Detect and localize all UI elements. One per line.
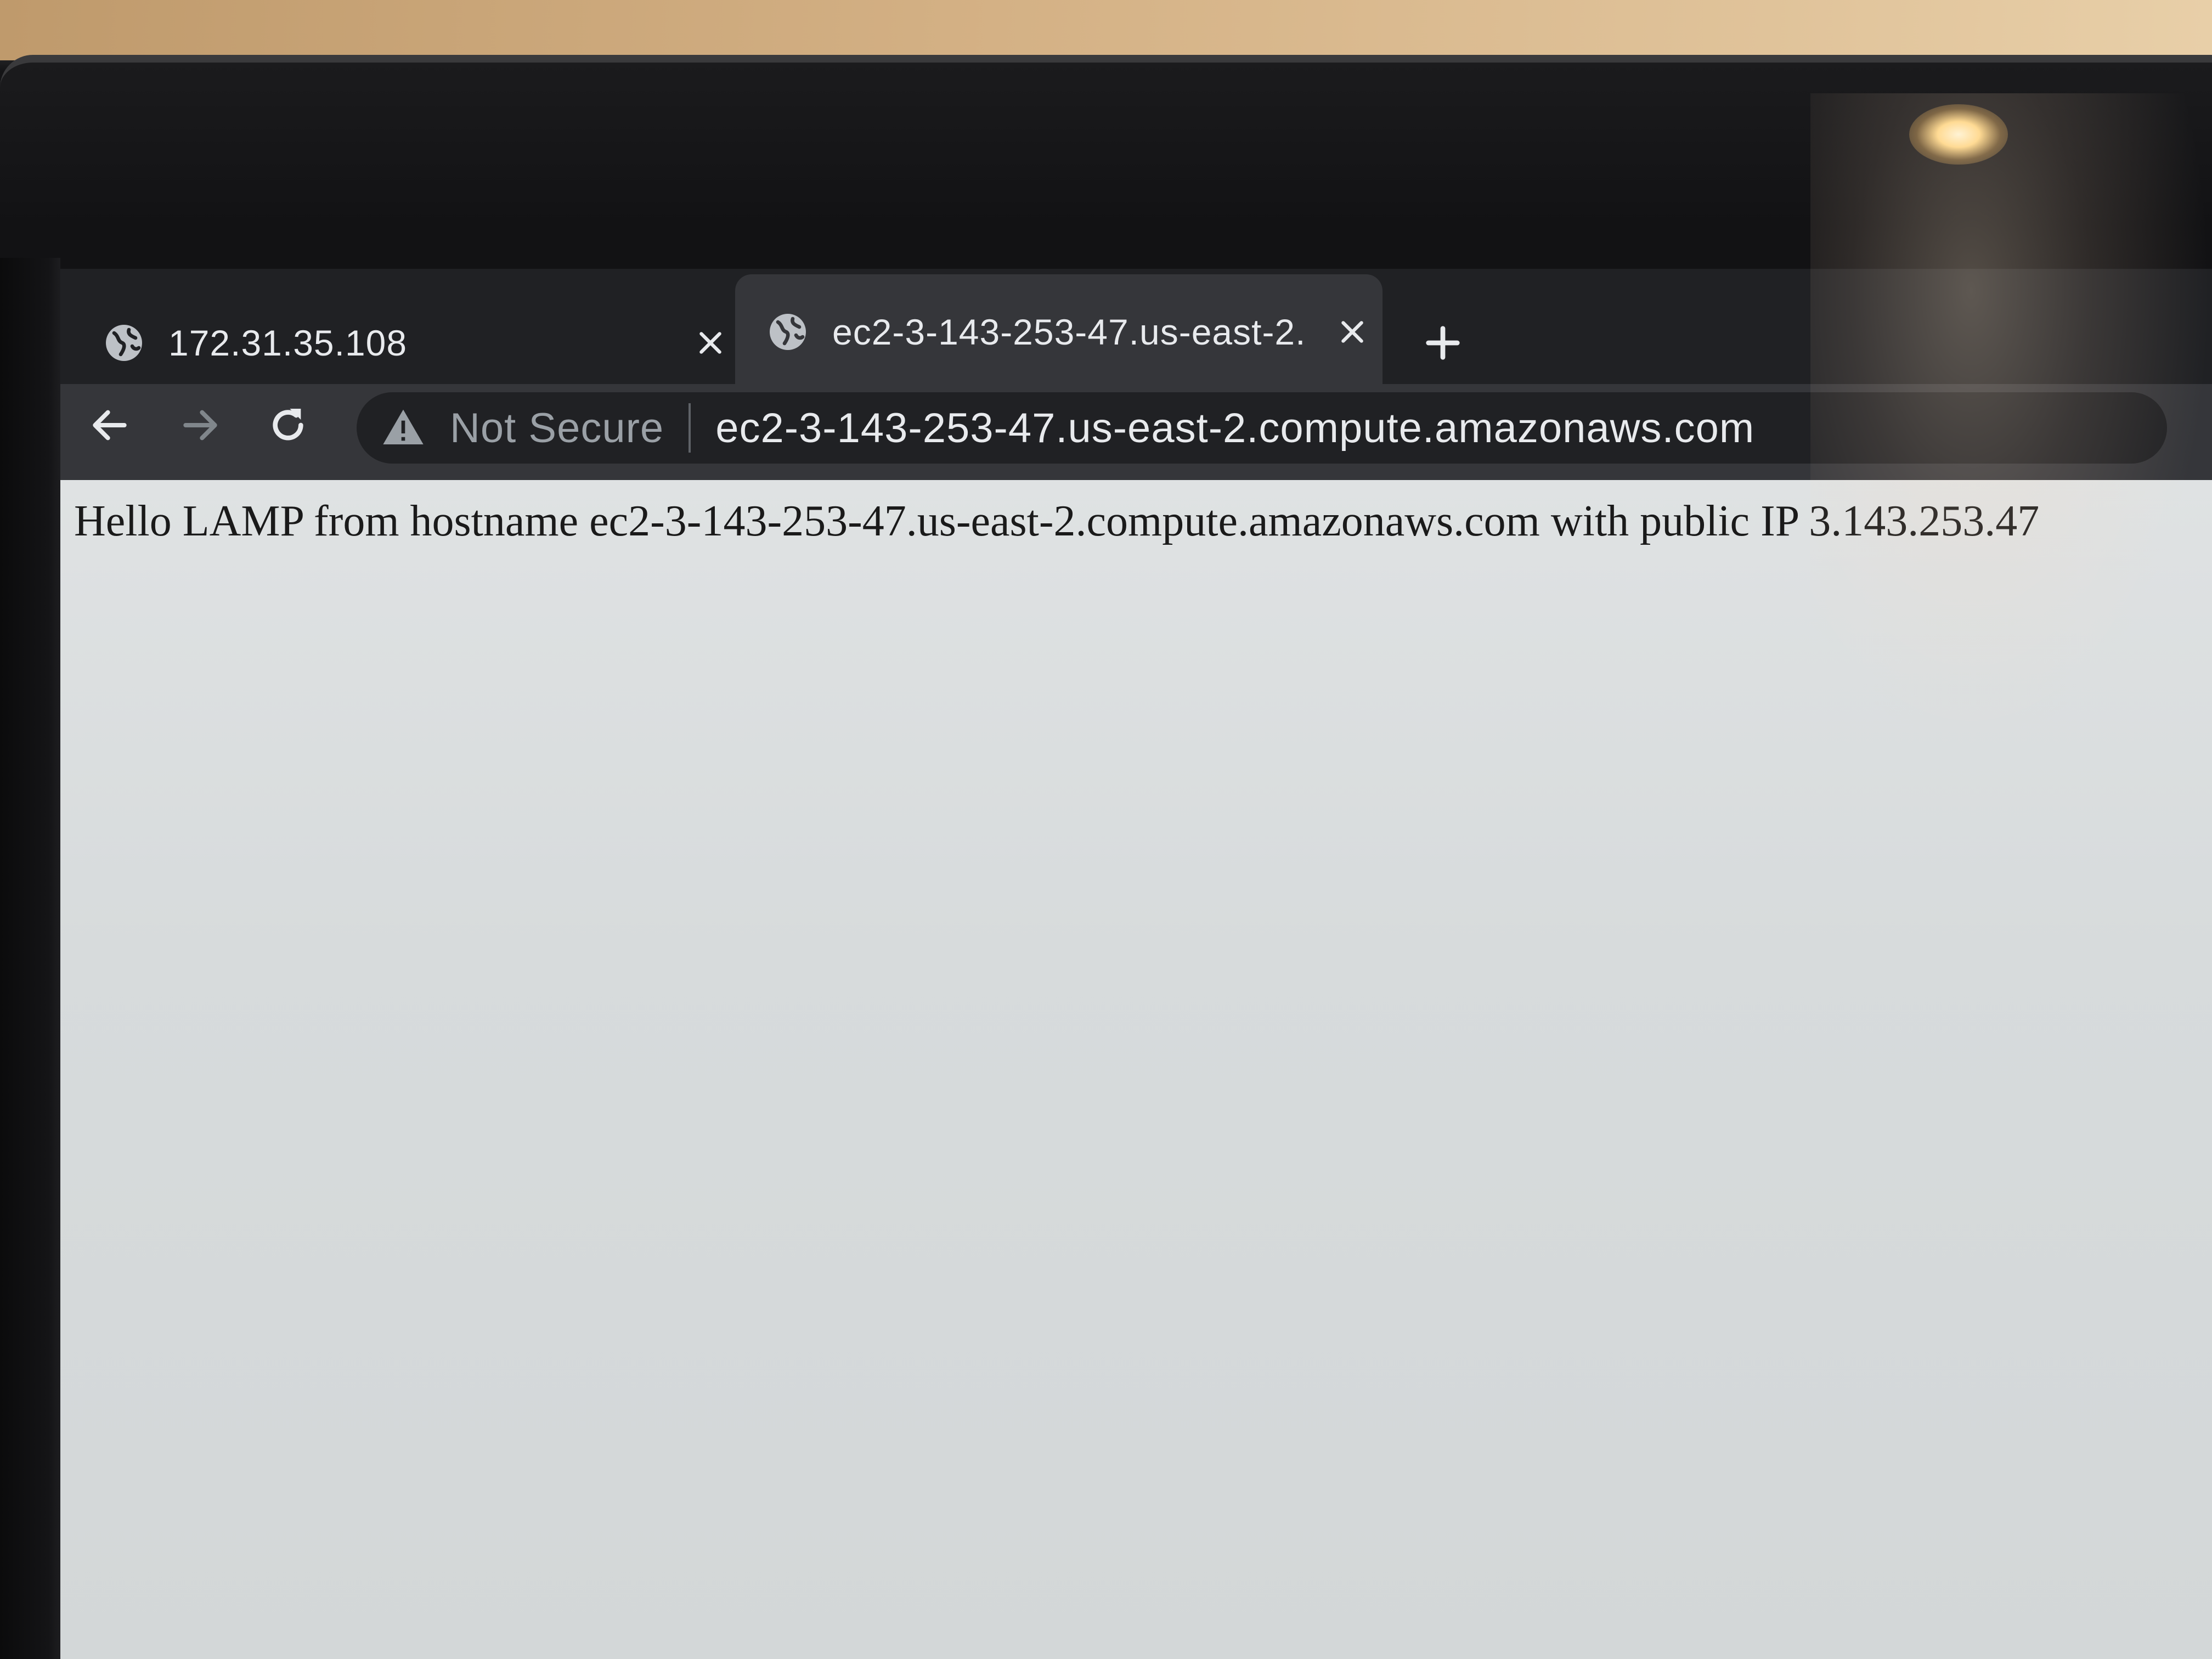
background-wall xyxy=(0,0,2212,60)
photo-scene: 172.31.35.108 ec2-3-143-253-47.us-east-2… xyxy=(0,0,2212,1659)
tab-title: ec2-3-143-253-47.us-east-2. xyxy=(832,312,1306,352)
close-icon[interactable] xyxy=(691,324,730,362)
warning-icon[interactable] xyxy=(381,406,425,450)
address-bar[interactable]: Not Secure ec2-3-143-253-47.us-east-2.co… xyxy=(357,392,2167,464)
tab-title: 172.31.35.108 xyxy=(168,323,408,363)
plus-icon[interactable] xyxy=(1415,315,1470,370)
tab-ec2-host[interactable]: ec2-3-143-253-47.us-east-2. xyxy=(735,274,1383,390)
reload-icon[interactable] xyxy=(258,395,318,455)
light-reflection xyxy=(1909,104,2008,165)
arrow-left-icon[interactable] xyxy=(80,395,140,455)
tab-172-31-35-108[interactable]: 172.31.35.108 xyxy=(99,291,741,395)
close-icon[interactable] xyxy=(1333,313,1372,351)
omnibox-divider xyxy=(689,403,691,453)
globe-icon xyxy=(106,325,142,361)
page-body-text: Hello LAMP from hostname ec2-3-143-253-4… xyxy=(74,497,2040,545)
globe-icon xyxy=(770,314,806,350)
url-text[interactable]: ec2-3-143-253-47.us-east-2.compute.amazo… xyxy=(715,404,1754,452)
page-content: Hello LAMP from hostname ec2-3-143-253-4… xyxy=(52,480,2212,1659)
arrow-right-icon[interactable] xyxy=(170,395,230,455)
bezel-left-edge xyxy=(0,258,60,1659)
security-status[interactable]: Not Secure xyxy=(450,404,664,452)
